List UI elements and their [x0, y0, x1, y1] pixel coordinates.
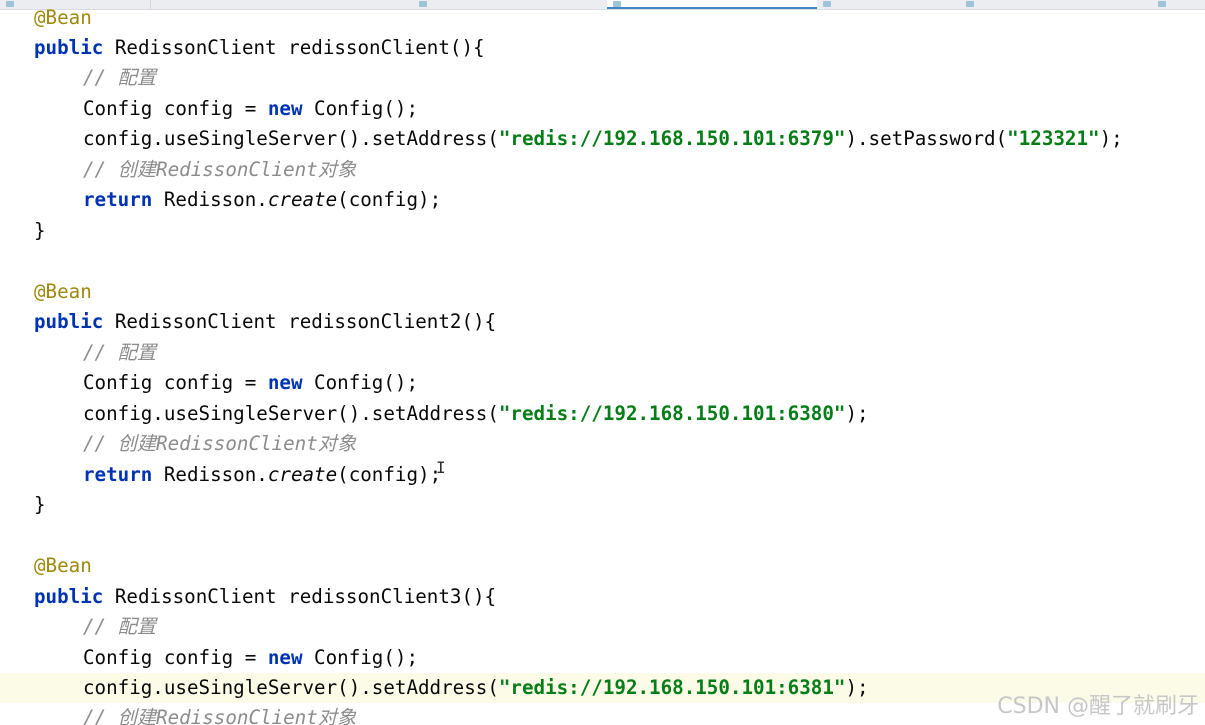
code-line: // 配置	[0, 63, 1205, 93]
string-literal: "redis://192.168.150.101:6380"	[498, 402, 846, 425]
java-file-icon	[613, 1, 621, 7]
code-text: Config config =	[83, 646, 268, 669]
code-line: Config config = new Config();	[0, 368, 1205, 398]
keyword-public: public	[34, 36, 104, 59]
comment: // 配置	[83, 615, 157, 638]
code-text: Config config =	[83, 371, 268, 394]
code-text: config.useSingleServer().setAddress(	[83, 127, 499, 150]
code-line: }	[0, 216, 1205, 246]
code-text: (config	[337, 463, 419, 486]
comment: // 创建RedissonClient对象	[83, 706, 357, 725]
keyword-return: return	[83, 463, 153, 486]
method-signature: redissonClient(){	[288, 36, 485, 59]
code-line: Config config = new Config();	[0, 643, 1205, 673]
java-file-icon	[6, 1, 14, 7]
editor-tab[interactable]	[1152, 0, 1205, 9]
code-line: return Redisson.create(config);	[0, 460, 1205, 490]
return-type: RedissonClient	[114, 585, 277, 608]
comment: // 创建RedissonClient对象	[83, 432, 357, 455]
code-line: public RedissonClient redissonClient2(){	[0, 307, 1205, 337]
code-text: Config();	[302, 371, 419, 394]
code-text: Redisson.	[163, 188, 268, 211]
keyword-new: new	[267, 371, 303, 394]
code-line: // 配置	[0, 338, 1205, 368]
keyword-public: public	[34, 310, 104, 333]
code-text: Redisson.	[163, 463, 268, 486]
comment: // 配置	[83, 341, 157, 364]
keyword-new: new	[267, 97, 303, 120]
keyword-public: public	[34, 585, 104, 608]
java-file-icon	[419, 1, 427, 7]
string-literal: "redis://192.168.150.101:6381"	[498, 676, 846, 699]
annotation: @Bean	[34, 554, 92, 577]
code-line: public RedissonClient redissonClient3(){	[0, 582, 1205, 612]
code-line: // 创建RedissonClient对象	[0, 429, 1205, 459]
code-line: config.useSingleServer().setAddress("red…	[0, 124, 1205, 154]
code-line: }	[0, 490, 1205, 520]
editor-tab[interactable]	[413, 0, 608, 9]
code-line: Config config = new Config();	[0, 94, 1205, 124]
editor-tab[interactable]	[960, 0, 1153, 9]
static-call: create	[267, 188, 338, 211]
static-call: create	[267, 463, 338, 486]
editor-tab-active[interactable]	[607, 0, 818, 9]
keyword-new: new	[267, 646, 303, 669]
code-line: config.useSingleServer().setAddress("red…	[0, 399, 1205, 429]
code-line: // 配置	[0, 612, 1205, 642]
code-editor[interactable]: @Bean public RedissonClient redissonClie…	[0, 9, 1205, 725]
code-text: Config();	[302, 646, 419, 669]
method-signature: redissonClient2(){	[288, 310, 497, 333]
code-line: return Redisson.create(config);	[0, 185, 1205, 215]
text-cursor-icon: I	[436, 458, 446, 477]
java-file-icon	[966, 1, 974, 7]
code-text: );	[1099, 127, 1123, 150]
keyword-return: return	[83, 188, 153, 211]
code-text: Config config =	[83, 97, 268, 120]
code-text: );	[845, 676, 869, 699]
code-text: config.useSingleServer().setAddress(	[83, 676, 499, 699]
code-line: @Bean	[0, 277, 1205, 307]
code-text: (config);	[337, 188, 442, 211]
return-type: RedissonClient	[114, 310, 277, 333]
comment: // 配置	[83, 66, 157, 89]
return-type: RedissonClient	[114, 36, 277, 59]
code-line: @Bean	[0, 551, 1205, 581]
closing-brace: }	[34, 493, 46, 516]
method-signature: redissonClient3(){	[288, 585, 497, 608]
java-file-icon	[823, 1, 831, 7]
comment: // 创建RedissonClient对象	[83, 158, 357, 181]
watermark: CSDN @醒了就刷牙	[997, 694, 1199, 719]
code-line: // 创建RedissonClient对象	[0, 155, 1205, 185]
editor-tab[interactable]	[817, 0, 961, 9]
code-line: public RedissonClient redissonClient(){	[0, 33, 1205, 63]
annotation: @Bean	[34, 9, 92, 29]
editor-tab[interactable]	[0, 0, 151, 9]
annotation: @Bean	[34, 280, 92, 303]
string-literal: "redis://192.168.150.101:6379"	[498, 127, 846, 150]
code-line: @Bean	[0, 9, 1205, 33]
closing-brace: }	[34, 219, 46, 242]
string-literal: "123321"	[1007, 127, 1100, 150]
code-text: ).setPassword(	[845, 127, 1008, 150]
code-text: config.useSingleServer().setAddress(	[83, 402, 499, 425]
java-file-icon	[1158, 1, 1166, 7]
code-text: Config();	[302, 97, 419, 120]
code-text: );	[845, 402, 869, 425]
